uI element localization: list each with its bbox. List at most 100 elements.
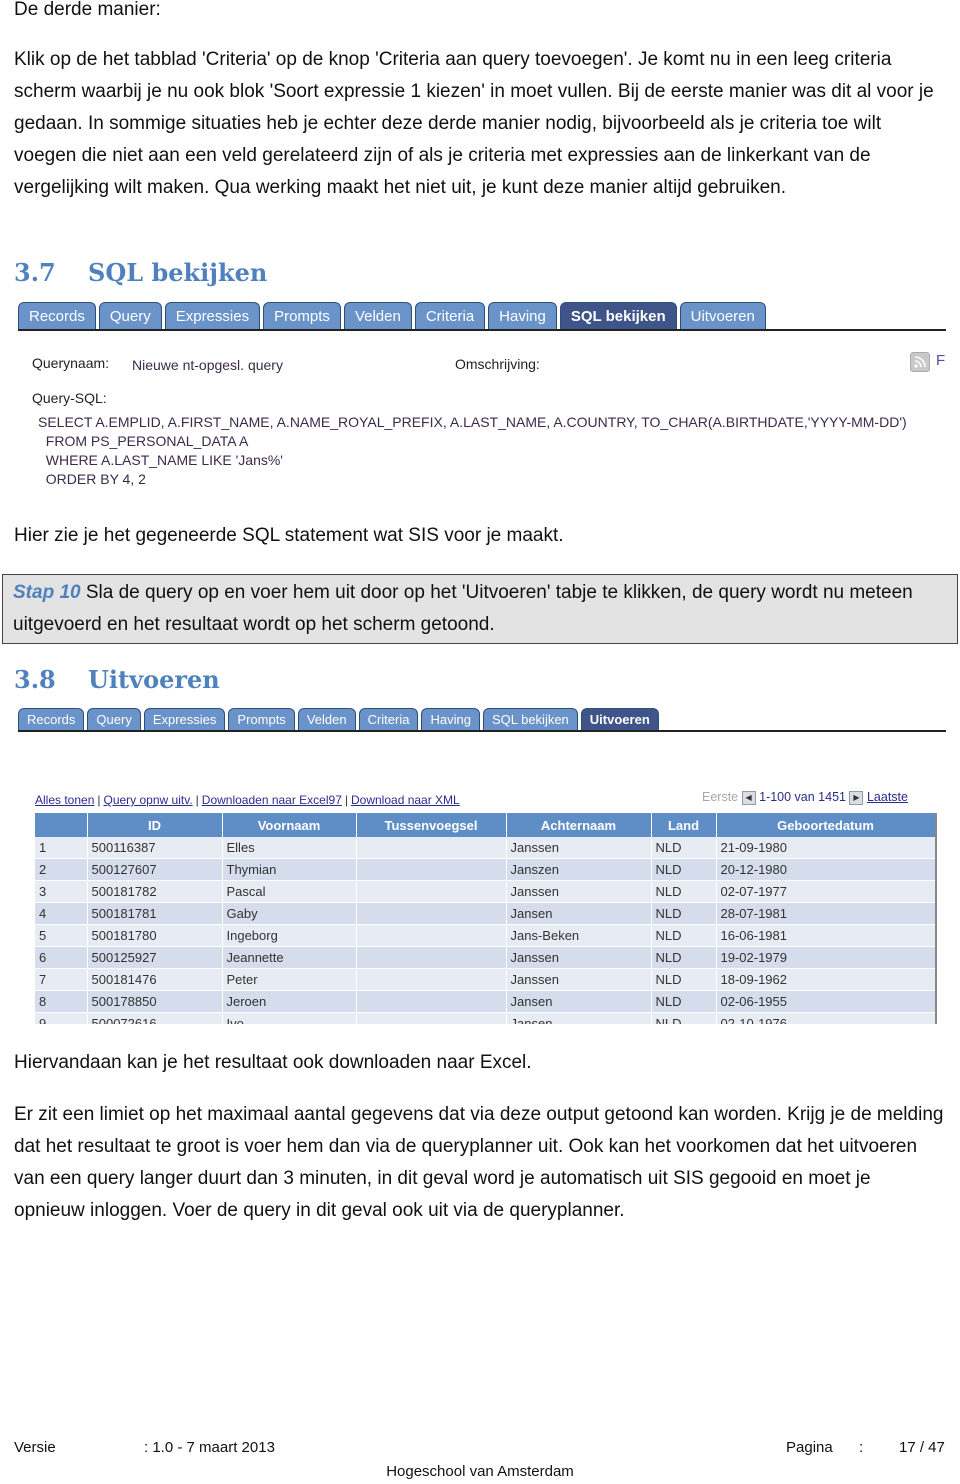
cell-tussenvoegsel [356,924,507,947]
column-header-id[interactable]: ID [87,813,223,837]
cell-voornaam: Thymian [222,858,357,881]
row-number: 9 [35,1012,88,1024]
footer-version-label: Versie [14,1439,56,1456]
cell-achternaam: Janssen [506,946,652,969]
cell-geboortedatum: 02-06-1955 [716,990,935,1013]
querynaam-value: Nieuwe nt-opgesl. query [132,357,283,373]
section-heading-sql: 3.7 SQL bekijken [14,258,267,287]
sql-line: FROM PS_PERSONAL_DATA A [38,433,249,449]
footer-organization: Hogeschool van Amsterdam [386,1463,574,1480]
limit-paragraph: Er zit een limiet op het maximaal aantal… [14,1104,944,1221]
tab-uitvoeren[interactable]: Uitvoeren [679,302,766,329]
sql-statement: SELECT A.EMPLID, A.FIRST_NAME, A.NAME_RO… [38,413,907,489]
cell-land: NLD [651,858,717,881]
cell-tussenvoegsel [356,902,507,925]
rerun-query-link[interactable]: Query opnw uitv. [104,793,193,807]
tab-expressies[interactable]: Expressies [143,708,226,730]
cell-achternaam: Janssen [506,837,652,859]
download-xml-link[interactable]: Download naar XML [351,793,460,807]
cell-id: 500127607 [87,858,223,881]
column-header-land[interactable]: Land [651,813,717,837]
tab-criteria[interactable]: Criteria [358,708,419,730]
tab-expressies[interactable]: Expressies [164,302,261,329]
row-number: 2 [35,858,88,881]
tab-velden[interactable]: Velden [297,708,356,730]
tab-criteria[interactable]: Criteria [414,302,486,329]
section-heading-run: 3.8 Uitvoeren [14,665,220,694]
download-excel-link[interactable]: Downloaden naar Excel97 [202,793,342,807]
cell-geboortedatum: 02-07-1977 [716,880,935,903]
cell-achternaam: Jansen [506,990,652,1013]
querynaam-label: Querynaam: [32,355,110,371]
table-row: 4 500181781 Gaby Jansen NLD 28-07-1981 [35,902,935,925]
separator: | [97,793,101,807]
tab-velden[interactable]: Velden [343,302,412,329]
table-row: 1 500116387 Elles Janssen NLD 21-09-1980 [35,837,935,859]
cell-id: 500181780 [87,924,223,947]
tab-records[interactable]: Records [18,302,96,329]
footer-version-value: : 1.0 - 7 maart 2013 [144,1439,275,1456]
cell-geboortedatum: 18-09-1962 [716,968,935,991]
sql-line: WHERE A.LAST_NAME LIKE 'Jans%' [38,452,283,468]
column-header-geboortedatum[interactable]: Geboortedatum [716,813,935,837]
separator: | [195,793,199,807]
tab-uitvoeren[interactable]: Uitvoeren [580,708,659,730]
column-header-voornaam[interactable]: Voornaam [222,813,357,837]
last-link[interactable]: Laatste [867,790,908,804]
cell-tussenvoegsel [356,1012,507,1024]
query-sql-label: Query-SQL: [32,390,107,406]
results-table: ID Voornaam Tussenvoegsel Achternaam Lan… [35,813,935,1024]
tab-sql-bekijken[interactable]: SQL bekijken [482,708,578,730]
cell-geboortedatum: 16-06-1981 [716,924,935,947]
next-arrow-icon[interactable]: ▶ [849,790,864,805]
cell-id: 500072616 [87,1012,223,1024]
prev-arrow-icon[interactable]: ◀ [741,790,756,805]
row-number: 7 [35,968,88,991]
cell-achternaam: Jans-Beken [506,924,652,947]
cell-achternaam: Jansen [506,902,652,925]
cell-geboortedatum: 19-02-1979 [716,946,935,969]
show-all-link[interactable]: Alles tonen [35,793,94,807]
tab-prompts[interactable]: Prompts [263,302,341,329]
table-row: 3 500181782 Pascal Janssen NLD 02-07-1977 [35,880,935,903]
feed-link[interactable]: F [936,352,945,369]
sql-caption: Hier zie je het gegeneerde SQL statement… [14,525,564,546]
cell-land: NLD [651,837,717,859]
section-number: 3.7 [14,258,56,287]
cell-id: 500181476 [87,968,223,991]
cell-id: 500125927 [87,946,223,969]
tab-records[interactable]: Records [18,708,85,730]
cell-voornaam: Elles [222,837,357,859]
cell-achternaam: Janssen [506,968,652,991]
tab-query[interactable]: Query [87,708,141,730]
column-header [35,813,88,837]
cell-voornaam: Pascal [222,880,357,903]
tab-having[interactable]: Having [421,708,480,730]
column-header-tussenvoegsel[interactable]: Tussenvoegsel [356,813,507,837]
row-number: 5 [35,924,88,947]
row-number: 6 [35,946,88,969]
cell-voornaam: Ivo [222,1012,357,1024]
result-actions: Alles tonen | Query opnw uitv. | Downloaden … [35,791,460,809]
cell-tussenvoegsel [356,946,507,969]
cell-achternaam: Janszen [506,858,652,881]
table-row: 7 500181476 Peter Janssen NLD 18-09-1962 [35,968,935,991]
cell-id: 500178850 [87,990,223,1013]
intro-paragraph: Klik op de het tabblad 'Criteria' op de … [14,49,934,198]
cell-voornaam: Gaby [222,902,357,925]
rss-feed-icon[interactable] [910,352,930,372]
cell-geboortedatum: 21-09-1980 [716,837,935,859]
page-range: 1-100 van 1451 [759,790,846,804]
cell-tussenvoegsel [356,968,507,991]
cell-land: NLD [651,902,717,925]
tab-prompts[interactable]: Prompts [228,708,295,730]
omschrijving-label: Omschrijving: [455,356,540,372]
tab-query[interactable]: Query [98,302,162,329]
step-description: Sla de query op en voer hem uit door op … [13,582,913,635]
row-number: 3 [35,880,88,903]
section-title: Uitvoeren [88,665,220,694]
row-number: 4 [35,902,88,925]
column-header-achternaam[interactable]: Achternaam [506,813,652,837]
tab-sql-bekijken[interactable]: SQL bekijken [559,302,677,329]
tab-having[interactable]: Having [488,302,557,329]
